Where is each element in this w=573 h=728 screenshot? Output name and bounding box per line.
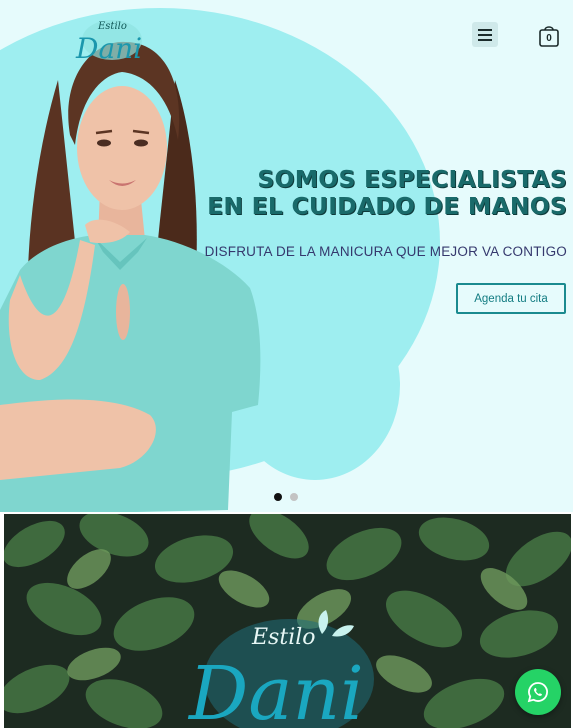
hero-subtitle: DISFRUTA DE LA MANICURA QUE MEJOR VA CON… [204,244,567,259]
logo-brand-text: Dani [75,32,142,65]
hero-title-line1: SOMOS ESPECIALISTAS [257,165,567,193]
hero-title: SOMOS ESPECIALISTAS EN EL CUIDADO DE MAN… [207,166,567,220]
cart-button[interactable]: 0 [538,24,560,48]
slider-dot-1[interactable] [274,493,282,501]
banner-logo-script-text: Estilo [251,625,316,650]
slider-dot-2[interactable] [290,493,298,501]
hamburger-menu-icon [478,28,492,41]
logo-script-text: Estilo [97,21,127,32]
cart-count-badge: 0 [546,33,552,44]
whatsapp-chat-button[interactable] [515,669,561,715]
hero-title-line2: EN EL CUIDADO DE MANOS [207,192,567,220]
banner-logo-brand-text: Dani [187,651,364,728]
whatsapp-icon [527,682,548,703]
hero-model-image [0,41,261,512]
slider-pagination [274,493,298,501]
leaves-banner: Estilo Dani [4,514,571,728]
hero-slider: Estilo Dani 0 SOMOS ESPECIALISTAS EN EL … [0,0,573,512]
book-appointment-button[interactable]: Agenda tu cita [456,283,566,314]
menu-toggle-button[interactable] [472,22,498,47]
site-logo[interactable]: Estilo Dani [68,12,150,70]
leaves-background-image: Estilo Dani [4,514,571,728]
